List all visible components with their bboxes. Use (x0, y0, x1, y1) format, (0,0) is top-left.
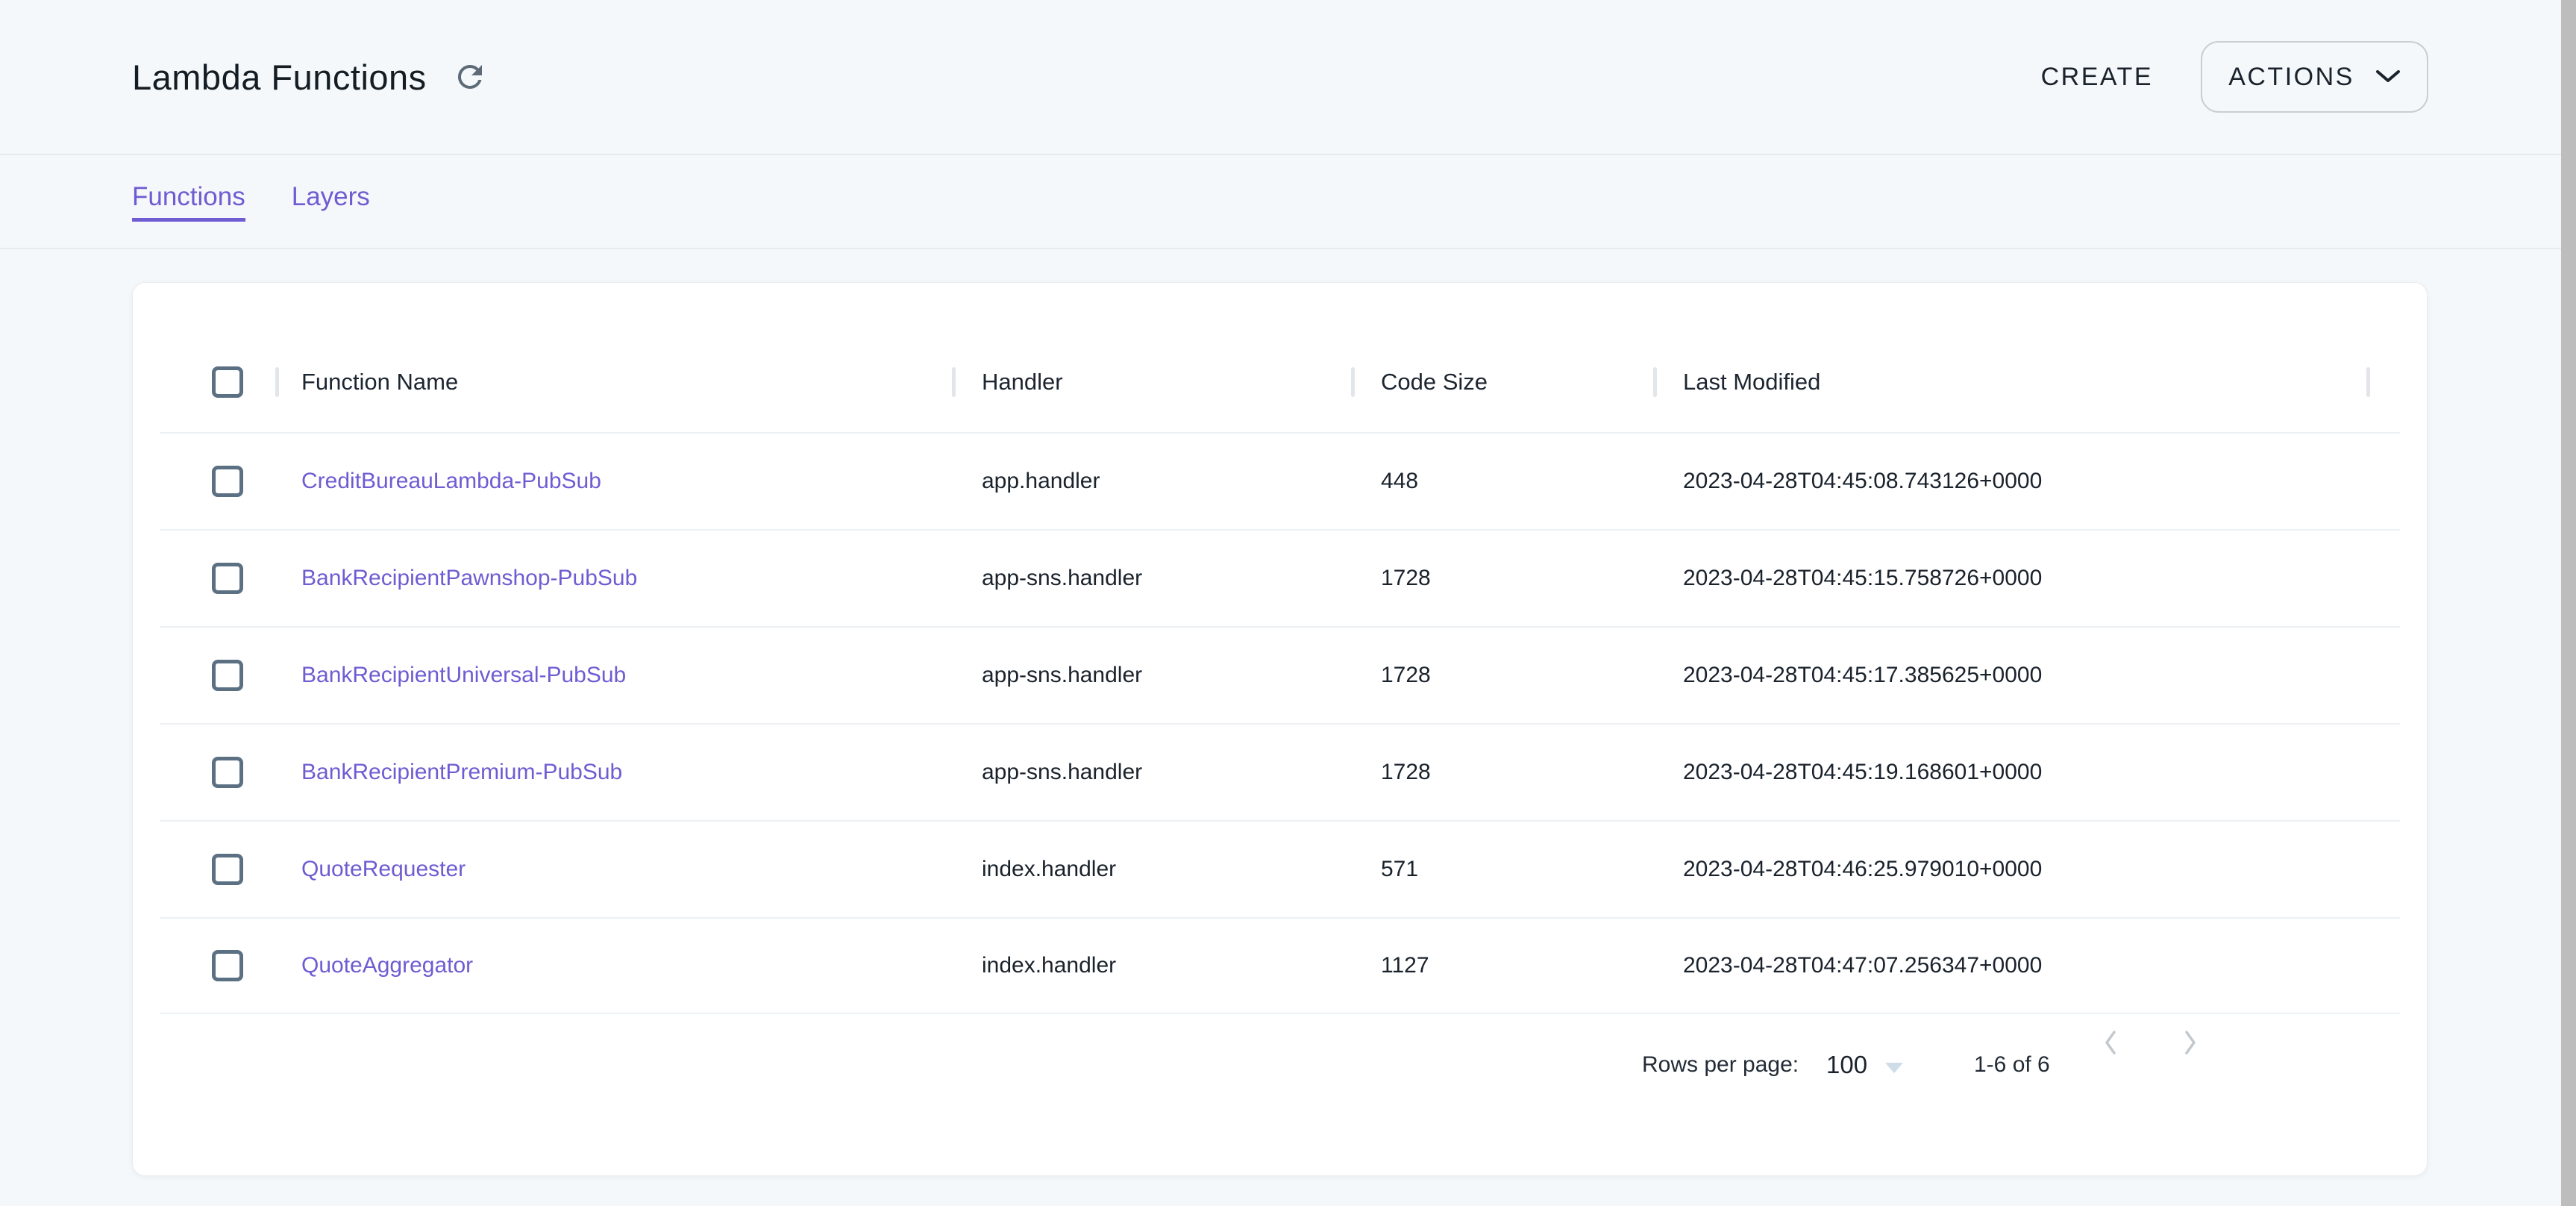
code-size-cell: 1728 (1381, 566, 1431, 591)
handler-cell: index.handler (982, 857, 1116, 882)
actions-button[interactable]: ACTIONS (2201, 41, 2428, 113)
refresh-icon (452, 59, 488, 95)
actions-button-label: ACTIONS (2228, 63, 2354, 92)
row-checkbox[interactable] (212, 950, 243, 981)
table-row: QuoteAggregator index.handler 1127 2023-… (160, 917, 2400, 1014)
last-modified-cell: 2023-04-28T04:45:17.385625+0000 (1683, 663, 2042, 688)
row-checkbox[interactable] (212, 466, 243, 497)
table-row: BankRecipientPawnshop-PubSub app-sns.han… (160, 529, 2400, 626)
column-divider (1653, 367, 1657, 397)
tab-functions[interactable]: Functions (132, 182, 245, 222)
last-modified-cell: 2023-04-28T04:45:15.758726+0000 (1683, 566, 2042, 591)
handler-cell: app.handler (982, 469, 1100, 494)
table-header-row: Function Name Handler Code Size Last Mod… (160, 283, 2400, 432)
code-size-cell: 1728 (1381, 760, 1431, 785)
row-checkbox[interactable] (212, 854, 243, 885)
last-modified-cell: 2023-04-28T04:45:08.743126+0000 (1683, 469, 2042, 494)
function-name-link[interactable]: BankRecipientPremium-PubSub (301, 760, 622, 785)
column-header-handler: Handler (982, 369, 1063, 396)
column-header-function-name: Function Name (301, 369, 458, 396)
row-checkbox[interactable] (212, 563, 243, 594)
table-row: BankRecipientUniversal-PubSub app-sns.ha… (160, 626, 2400, 723)
column-divider (2366, 367, 2370, 397)
table-body: CreditBureauLambda-PubSub app.handler 44… (133, 432, 2427, 1014)
row-checkbox[interactable] (212, 660, 243, 691)
app-header: Lambda Functions CREATE ACTIONS (0, 0, 2576, 155)
column-header-code-size: Code Size (1381, 369, 1488, 396)
last-modified-cell: 2023-04-28T04:45:19.168601+0000 (1683, 760, 2042, 785)
rows-per-page-select[interactable]: 100 (1826, 1051, 1903, 1079)
function-name-link[interactable]: BankRecipientUniversal-PubSub (301, 663, 626, 688)
previous-page-button[interactable] (2089, 1020, 2134, 1065)
table-row: CreditBureauLambda-PubSub app.handler 44… (160, 432, 2400, 529)
pagination-bar: Rows per page: 100 1-6 of 6 (133, 1014, 2427, 1176)
code-size-cell: 1127 (1381, 953, 1429, 978)
page-title: Lambda Functions (132, 57, 427, 98)
select-dropdown-icon (1885, 1063, 1903, 1073)
chevron-right-icon (2173, 1026, 2206, 1059)
tab-layers[interactable]: Layers (292, 182, 370, 222)
rows-per-page-label: Rows per page: (1642, 1052, 1799, 1078)
function-name-link[interactable]: BankRecipientPawnshop-PubSub (301, 566, 637, 591)
last-modified-cell: 2023-04-28T04:46:25.979010+0000 (1683, 857, 2042, 882)
next-page-button[interactable] (2167, 1020, 2212, 1065)
table-row: BankRecipientPremium-PubSub app-sns.hand… (160, 723, 2400, 820)
rows-per-page-value: 100 (1826, 1051, 1867, 1079)
column-divider (1351, 367, 1355, 397)
pagination-range-label: 1-6 of 6 (1974, 1052, 2050, 1078)
handler-cell: app-sns.handler (982, 566, 1142, 591)
chevron-down-icon (2375, 69, 2401, 84)
code-size-cell: 448 (1381, 469, 1418, 494)
vertical-scrollbar[interactable] (2561, 0, 2576, 1206)
function-name-link[interactable]: QuoteAggregator (301, 953, 473, 978)
chevron-left-icon (2095, 1026, 2128, 1059)
last-modified-cell: 2023-04-28T04:47:07.256347+0000 (1683, 953, 2042, 978)
column-header-last-modified: Last Modified (1683, 369, 1820, 396)
handler-cell: app-sns.handler (982, 663, 1142, 688)
functions-table-card: Function Name Handler Code Size Last Mod… (132, 282, 2428, 1176)
select-all-checkbox[interactable] (212, 366, 243, 398)
create-button[interactable]: CREATE (2041, 63, 2153, 92)
tabbar: Functions Layers (0, 155, 2576, 249)
function-name-link[interactable]: QuoteRequester (301, 857, 466, 882)
handler-cell: index.handler (982, 953, 1116, 978)
code-size-cell: 571 (1381, 857, 1418, 882)
code-size-cell: 1728 (1381, 663, 1431, 688)
row-checkbox[interactable] (212, 757, 243, 788)
table-row: QuoteRequester index.handler 571 2023-04… (160, 820, 2400, 917)
column-divider (952, 367, 956, 397)
refresh-button[interactable] (451, 57, 489, 96)
column-divider (275, 367, 279, 397)
handler-cell: app-sns.handler (982, 760, 1142, 785)
function-name-link[interactable]: CreditBureauLambda-PubSub (301, 469, 601, 494)
